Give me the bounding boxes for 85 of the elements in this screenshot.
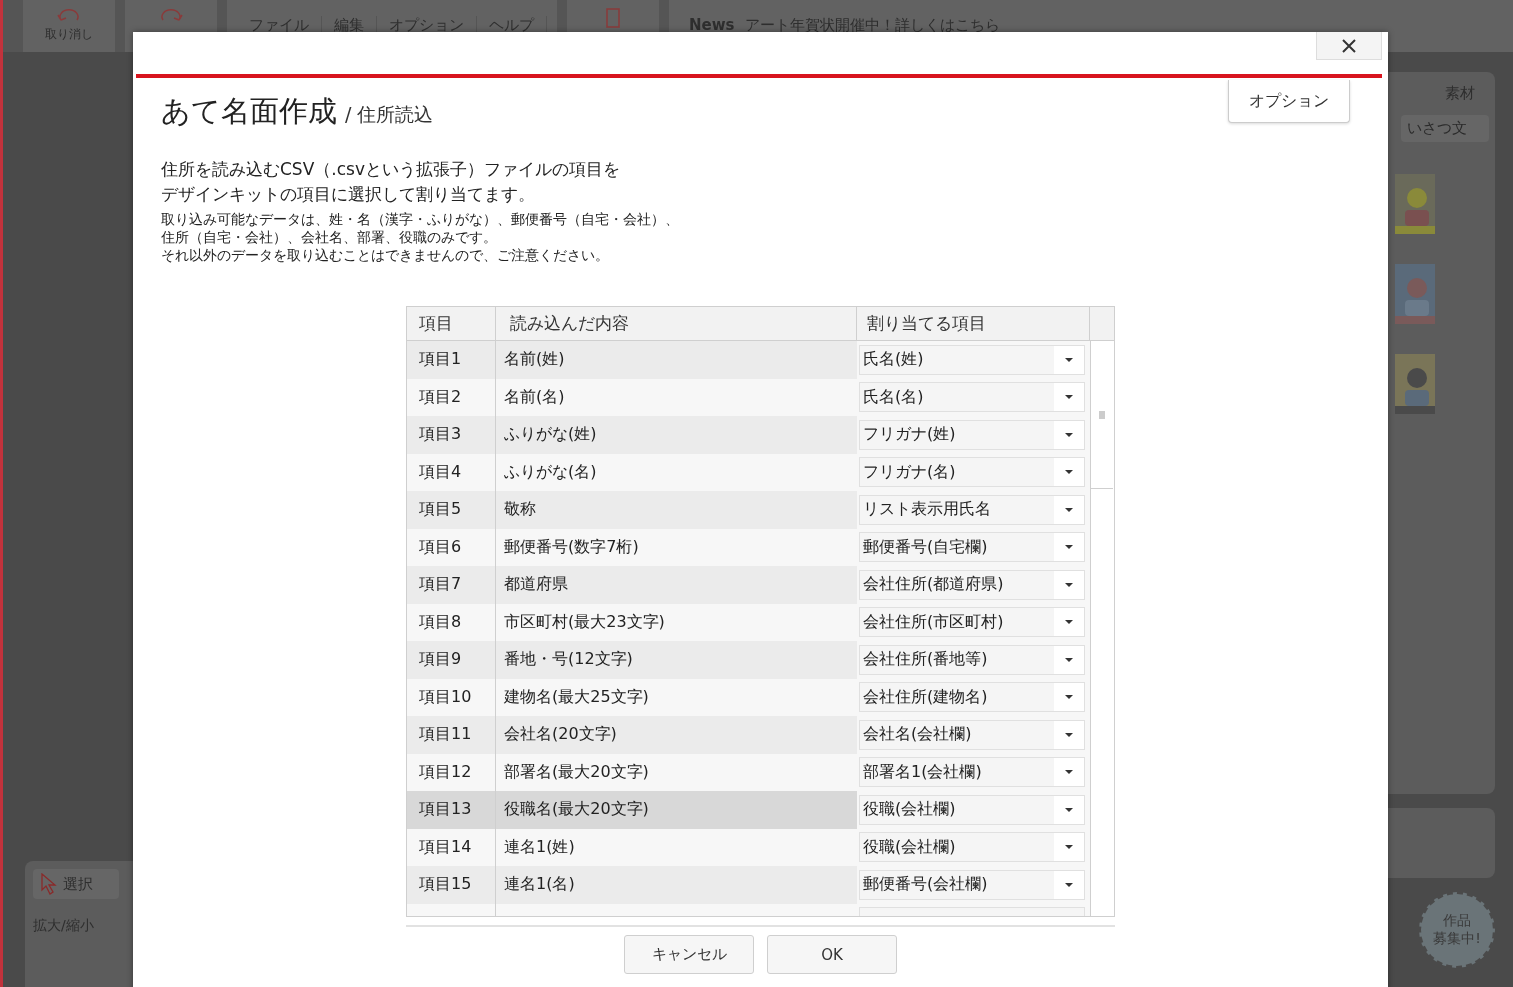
document-icon xyxy=(606,8,620,28)
note-text: 住所（自宅・会社）、会社名、部署、役職のみです。 xyxy=(161,228,498,246)
dialog-subtitle: / 住所読込 xyxy=(345,102,434,127)
assign-select[interactable]: フリガナ(姓) xyxy=(859,419,1085,450)
assign-select[interactable]: 会社住所(都道府県) xyxy=(859,569,1085,600)
table-row[interactable]: 項目3 ふりがな(姓) フリガナ(姓) xyxy=(407,416,1090,454)
caret-icon xyxy=(1065,732,1073,737)
table-row[interactable]: 項目4 ふりがな(名) フリガナ(名) xyxy=(407,453,1090,491)
content-cell-text: 敬称 xyxy=(503,498,537,521)
table-row[interactable]: 項目6 郵便番号(数字7桁) 郵便番号(自宅欄) xyxy=(407,528,1090,566)
content-cell-text: 連名1(姓) xyxy=(503,835,576,858)
content-cell-text: 番地・号(12文字) xyxy=(503,648,634,671)
intro-text: 住所を読み込むCSV（.csvという拡張子）ファイルの項目を xyxy=(161,158,621,181)
content-cell-text: ふりがな(姓) xyxy=(503,423,598,446)
caret-icon xyxy=(1065,770,1073,775)
caret-icon xyxy=(1065,807,1073,812)
table-row[interactable]: 項目1 名前(姓) 氏名(姓) xyxy=(407,341,1090,379)
content-cell-text: ふりがな(名) xyxy=(503,460,598,483)
caret-icon xyxy=(1065,657,1073,662)
caret-icon xyxy=(1065,470,1073,475)
table-row[interactable]: 項目7 都道府県 会社住所(都道府県) xyxy=(407,566,1090,604)
assign-select[interactable]: 役職(会社欄) xyxy=(859,794,1085,825)
note-text: 取り込み可能なデータは、姓・名（漢字・ふりがな）、郵便番号（自宅・会社）、 xyxy=(161,210,680,228)
content-cell-text: 名前(名) xyxy=(503,385,566,408)
content-cell-text: 役職名(最大20文字) xyxy=(503,798,650,821)
caret-icon xyxy=(1065,695,1073,700)
assign-select[interactable]: 郵便番号(自宅欄) xyxy=(859,532,1085,563)
table-row[interactable]: 項目14 連名1(姓) 役職(会社欄) xyxy=(407,828,1090,866)
table-row[interactable]: 項目10 建物名(最大25文字) 会社住所(建物名) xyxy=(407,678,1090,716)
assign-select[interactable]: 役職(会社欄) xyxy=(859,832,1085,863)
table-row[interactable]: 項目9 番地・号(12文字) 会社住所(番地等) xyxy=(407,641,1090,679)
column-header: 項目 xyxy=(407,307,496,340)
caret-icon xyxy=(1065,582,1073,587)
caret-icon xyxy=(1065,620,1073,625)
ok-button[interactable]: OK xyxy=(767,935,897,974)
pointer-icon xyxy=(41,873,57,895)
item-cell: 項目1 xyxy=(407,341,496,379)
table-row[interactable]: 項目11 会社名(20文字) 会社名(会社欄) xyxy=(407,716,1090,754)
caret-icon xyxy=(1065,507,1073,512)
item-cell: 項目11 xyxy=(407,716,496,754)
assign-select[interactable]: リスト表示用氏名 xyxy=(859,494,1085,525)
intro-text: デザインキットの項目に選択して割り当てます。 xyxy=(161,183,536,206)
content-cell-text: 名前(姓) xyxy=(503,348,566,371)
content-cell-text: 連名1(名) xyxy=(503,873,576,896)
caret-icon xyxy=(1065,545,1073,550)
assign-select[interactable]: フリガナ(名) xyxy=(859,457,1085,488)
close-button[interactable] xyxy=(1316,32,1382,60)
assign-select[interactable]: 氏名(姓) xyxy=(859,344,1085,375)
column-header: 読み込んだ内容 xyxy=(496,307,857,340)
assign-select[interactable]: 会社住所(市区町村) xyxy=(859,607,1085,638)
caret-icon xyxy=(1065,432,1073,437)
cancel-button[interactable]: キャンセル xyxy=(624,935,754,974)
assign-select[interactable]: 会社名(会社欄) xyxy=(859,719,1085,750)
close-icon xyxy=(1342,38,1356,53)
item-cell: 項目13 xyxy=(407,791,496,829)
assign-select[interactable]: 郵便番号(会社欄) xyxy=(859,869,1085,900)
column-header: 割り当てる項目 xyxy=(857,307,1090,340)
dialog-title: あて名面作成 xyxy=(161,93,337,130)
item-cell: 項目5 xyxy=(407,491,496,529)
table-row[interactable]: 項目13 役職名(最大20文字) 役職(会社欄) xyxy=(407,791,1090,829)
item-cell: 項目7 xyxy=(407,566,496,604)
item-cell: 項目3 xyxy=(407,416,496,454)
table-row[interactable]: 項目12 部署名(最大20文字) 部署名1(会社欄) xyxy=(407,753,1090,791)
options-button[interactable]: オプション xyxy=(1228,80,1350,123)
content-cell-text: 都道府県 xyxy=(503,573,569,596)
assign-select[interactable]: 会社住所(建物名) xyxy=(859,682,1085,713)
content-cell-text: 建物名(最大25文字) xyxy=(503,685,650,708)
table-row[interactable]: 項目2 名前(名) 氏名(名) xyxy=(407,378,1090,416)
table-row[interactable]: 項目8 市区町村(最大23文字) 会社住所(市区町村) xyxy=(407,603,1090,641)
caret-icon xyxy=(1065,882,1073,887)
item-cell: 項目9 xyxy=(407,641,496,679)
caret-icon xyxy=(1065,395,1073,400)
content-cell-text: 郵便番号(数字7桁) xyxy=(503,535,640,558)
caret-icon xyxy=(1065,845,1073,850)
table-row[interactable]: 項目15 連名1(名) 郵便番号(会社欄) xyxy=(407,866,1090,904)
item-cell: 項目15 xyxy=(407,866,496,904)
note-text: それ以外のデータを取り込むことはできませんので、ご注意ください。 xyxy=(161,246,610,264)
content-cell-text: 部署名(最大20文字) xyxy=(503,760,650,783)
table-row[interactable]: 項目5 敬称 リスト表示用氏名 xyxy=(407,491,1090,529)
caret-icon xyxy=(1065,357,1073,362)
content-cell-text: 会社名(20文字) xyxy=(503,723,618,746)
assign-select[interactable]: 部署名1(会社欄) xyxy=(859,757,1085,788)
content-cell-text: 市区町村(最大23文字) xyxy=(503,610,666,633)
assign-select[interactable]: 氏名(名) xyxy=(859,382,1085,413)
assign-select[interactable]: 会社住所(番地等) xyxy=(859,644,1085,675)
